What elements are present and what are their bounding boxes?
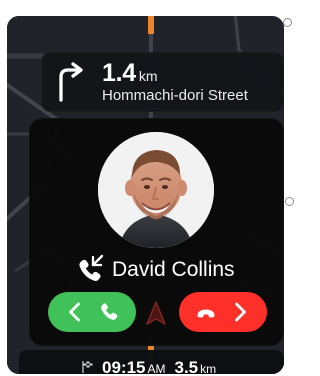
next-turn-distance: 1.4 km xyxy=(102,59,158,88)
arrival-time: 09:15 xyxy=(102,358,146,374)
arrival-ampm: AM xyxy=(147,362,166,374)
watch-screen: 1.4 km Hommachi-dori Street David Collin… xyxy=(7,16,284,374)
avatar-left-ear xyxy=(125,180,135,196)
incoming-call-icon xyxy=(79,254,104,281)
chevron-right-icon xyxy=(235,302,246,322)
incoming-call-card: David Collins xyxy=(29,118,284,346)
caller-row: David Collins xyxy=(75,250,261,288)
caller-avatar-image xyxy=(98,132,214,248)
accept-call-button[interactable] xyxy=(48,292,136,332)
distance-unit: km xyxy=(138,68,158,84)
right-turn-arrow-icon xyxy=(59,62,83,102)
eta-card: 09:15 AM 3.5 km xyxy=(19,350,284,374)
remaining-distance-unit: km xyxy=(200,362,217,374)
avatar xyxy=(98,132,214,248)
eta-content: 09:15 AM 3.5 km xyxy=(81,358,216,374)
avatar-right-ear xyxy=(177,180,187,196)
phone-hangup-icon xyxy=(197,309,215,318)
street-name: Hommachi-dori Street xyxy=(102,87,248,104)
navigation-card: 1.4 km Hommachi-dori Street xyxy=(41,52,284,112)
distance-value: 1.4 xyxy=(102,59,136,87)
avatar-right-eye xyxy=(162,185,168,189)
remaining-distance: 3.5 xyxy=(174,358,199,374)
navigation-arrow-icon xyxy=(146,301,166,325)
finish-flag-icon xyxy=(82,361,93,373)
frame-side-handle xyxy=(285,197,294,206)
phone-icon xyxy=(101,303,118,320)
frame-corner-handle xyxy=(283,18,292,27)
decline-call-button[interactable] xyxy=(179,292,267,332)
chevron-left-icon xyxy=(69,302,80,322)
avatar-left-eye xyxy=(144,185,150,189)
caller-name: David Collins xyxy=(112,257,235,281)
